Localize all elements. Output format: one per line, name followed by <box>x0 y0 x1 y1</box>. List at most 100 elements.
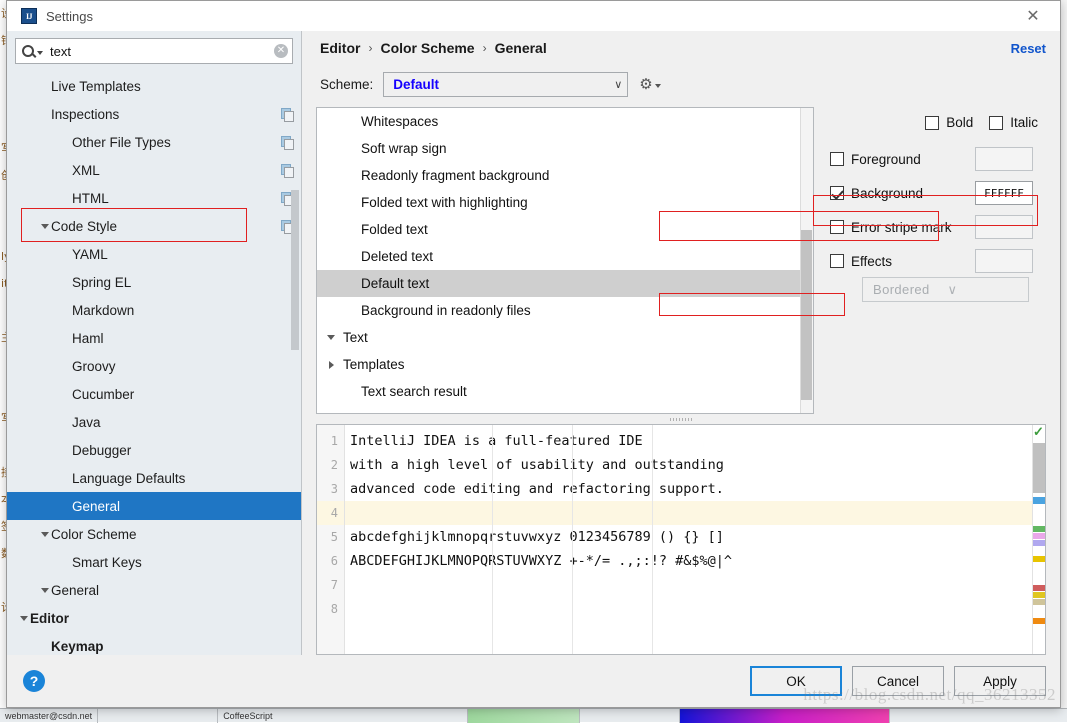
copy-scheme-icon[interactable] <box>281 164 293 176</box>
copy-scheme-icon[interactable] <box>281 108 293 120</box>
foreground-checkbox[interactable] <box>830 152 844 166</box>
sidebar-item-label: General <box>51 583 293 598</box>
chevron-down-icon[interactable] <box>17 616 30 621</box>
sidebar-item-java[interactable]: Java <box>7 408 301 436</box>
color-attribute-list[interactable]: Whitespaces Soft wrap sign Readonly fragme… <box>316 107 814 414</box>
sidebar-item-spring-el[interactable]: Spring EL <box>7 268 301 296</box>
attribute-row-label: Folded text <box>359 222 428 237</box>
attribute-row-label: Text search result <box>359 384 467 399</box>
sidebar-item-code-style[interactable]: Code Style <box>7 212 301 240</box>
error-stripe-mark[interactable] <box>1033 526 1046 532</box>
settings-tree[interactable]: Live TemplatesInspectionsOther File Type… <box>7 70 301 655</box>
scheme-settings-button[interactable]: ⚙ <box>639 77 660 92</box>
error-stripe-mark-checkbox[interactable] <box>830 220 844 234</box>
status-bar-email: webmaster@csdn.net <box>0 709 98 723</box>
preview-scrollbar-thumb[interactable] <box>1033 443 1046 493</box>
error-stripe-mark[interactable] <box>1033 533 1046 539</box>
effect-type-select[interactable]: Bordered ∨ <box>862 277 1029 302</box>
attribute-row[interactable]: Readonly fragment background <box>317 162 813 189</box>
sidebar-item-cucumber[interactable]: Cucumber <box>7 380 301 408</box>
foreground-color-swatch[interactable] <box>975 147 1033 171</box>
preview-code-line: advanced code editing and refactoring su… <box>345 477 1032 501</box>
attribute-row[interactable]: Folded text <box>317 216 813 243</box>
sidebar-item-label: Smart Keys <box>72 555 293 570</box>
chevron-down-icon[interactable] <box>38 588 51 593</box>
attribute-row[interactable]: Search result (write access) <box>317 405 813 414</box>
sidebar-item-xml[interactable]: XML <box>7 156 301 184</box>
error-stripe-mark-color-swatch[interactable] <box>975 215 1033 239</box>
preview-code-area[interactable]: IntelliJ IDEA is a full-featured IDEwith… <box>345 425 1032 654</box>
background-checkbox[interactable] <box>830 186 844 200</box>
error-stripe-mark[interactable] <box>1033 585 1046 591</box>
effects-color-swatch[interactable] <box>975 249 1033 273</box>
sidebar-item-smart-keys[interactable]: Smart Keys <box>7 548 301 576</box>
bold-checkbox[interactable]: Bold <box>925 115 973 130</box>
sidebar-item-html[interactable]: HTML <box>7 184 301 212</box>
attribute-row-label: Background in readonly files <box>359 303 531 318</box>
sidebar-item-other-file-types[interactable]: Other File Types <box>7 128 301 156</box>
breadcrumb-item-0[interactable]: Editor <box>320 40 360 56</box>
sidebar-item-label: HTML <box>72 191 281 206</box>
attribute-row[interactable]: Text <box>317 324 813 351</box>
help-button[interactable]: ? <box>23 670 45 692</box>
sidebar-item-general[interactable]: General <box>7 492 301 520</box>
clear-search-icon[interactable]: ✕ <box>274 44 288 58</box>
effects-checkbox[interactable] <box>830 254 844 268</box>
attribute-row-label: Soft wrap sign <box>359 141 447 156</box>
sidebar-item-general[interactable]: General <box>7 576 301 604</box>
scheme-select[interactable]: Default ∨ <box>383 72 628 97</box>
sidebar-scrollbar[interactable] <box>291 190 299 350</box>
intellij-logo-icon: IJ <box>21 8 37 24</box>
attribute-row-label: Whitespaces <box>359 114 438 129</box>
attribute-row[interactable]: Default text <box>317 270 813 297</box>
background-color-swatch[interactable]: FFFFFF <box>975 181 1033 205</box>
chevron-down-icon[interactable] <box>38 224 51 229</box>
error-stripe-mark[interactable] <box>1033 556 1046 562</box>
color-scheme-preview[interactable]: 12345678 IntelliJ IDEA is a full-feature… <box>316 424 1046 655</box>
error-stripe-mark[interactable] <box>1033 599 1046 605</box>
italic-checkbox[interactable]: Italic <box>989 115 1038 130</box>
attribute-row[interactable]: Soft wrap sign <box>317 135 813 162</box>
sidebar-item-groovy[interactable]: Groovy <box>7 352 301 380</box>
sidebar-item-label: Markdown <box>72 303 293 318</box>
sidebar-item-inspections[interactable]: Inspections <box>7 100 301 128</box>
attribute-row[interactable]: Folded text with highlighting <box>317 189 813 216</box>
error-stripe-mark[interactable] <box>1033 540 1046 546</box>
attribute-row[interactable]: Deleted text <box>317 243 813 270</box>
error-stripe-column[interactable]: ✓ <box>1032 425 1045 654</box>
error-stripe-mark[interactable] <box>1033 497 1046 504</box>
attribute-row[interactable]: Templates <box>317 351 813 378</box>
sidebar-item-editor[interactable]: Editor <box>7 604 301 632</box>
sidebar-item-haml[interactable]: Haml <box>7 324 301 352</box>
chevron-right-icon[interactable] <box>321 361 341 369</box>
preview-code-line <box>345 597 1032 621</box>
attribute-row[interactable]: Background in readonly files <box>317 297 813 324</box>
close-icon[interactable]: ✕ <box>1016 4 1050 28</box>
sidebar-item-markdown[interactable]: Markdown <box>7 296 301 324</box>
line-number: 6 <box>317 549 344 573</box>
attribute-row[interactable]: Text search result <box>317 378 813 405</box>
attribute-list-scrollbar-track[interactable] <box>800 108 813 413</box>
attribute-list-scrollbar-thumb[interactable] <box>801 230 812 400</box>
sidebar-item-color-scheme[interactable]: Color Scheme <box>7 520 301 548</box>
background-status-bar: webmaster@csdn.net CoffeeScript <box>0 708 1067 722</box>
error-stripe-mark[interactable] <box>1033 592 1046 598</box>
search-area: text ✕ <box>7 31 301 70</box>
preview-code-line: abcdefghijklmnopqrstuvwxyz 0123456789 ()… <box>345 525 1032 549</box>
preview-column-guide-3 <box>652 425 653 654</box>
copy-scheme-icon[interactable] <box>281 136 293 148</box>
attribute-row-label: Text <box>341 330 368 345</box>
sidebar-item-yaml[interactable]: YAML <box>7 240 301 268</box>
sidebar-item-live-templates[interactable]: Live Templates <box>7 72 301 100</box>
chevron-down-icon[interactable] <box>38 532 51 537</box>
reset-link[interactable]: Reset <box>1011 41 1046 56</box>
sidebar-item-language-defaults[interactable]: Language Defaults <box>7 464 301 492</box>
attribute-row[interactable]: Whitespaces <box>317 108 813 135</box>
error-stripe-mark[interactable] <box>1033 618 1046 624</box>
preview-splitter[interactable] <box>316 414 1046 424</box>
sidebar-item-debugger[interactable]: Debugger <box>7 436 301 464</box>
sidebar-item-keymap[interactable]: Keymap <box>7 632 301 655</box>
chevron-down-icon[interactable] <box>321 335 341 340</box>
search-input[interactable]: text ✕ <box>15 38 293 64</box>
breadcrumb-item-1[interactable]: Color Scheme <box>380 40 474 56</box>
